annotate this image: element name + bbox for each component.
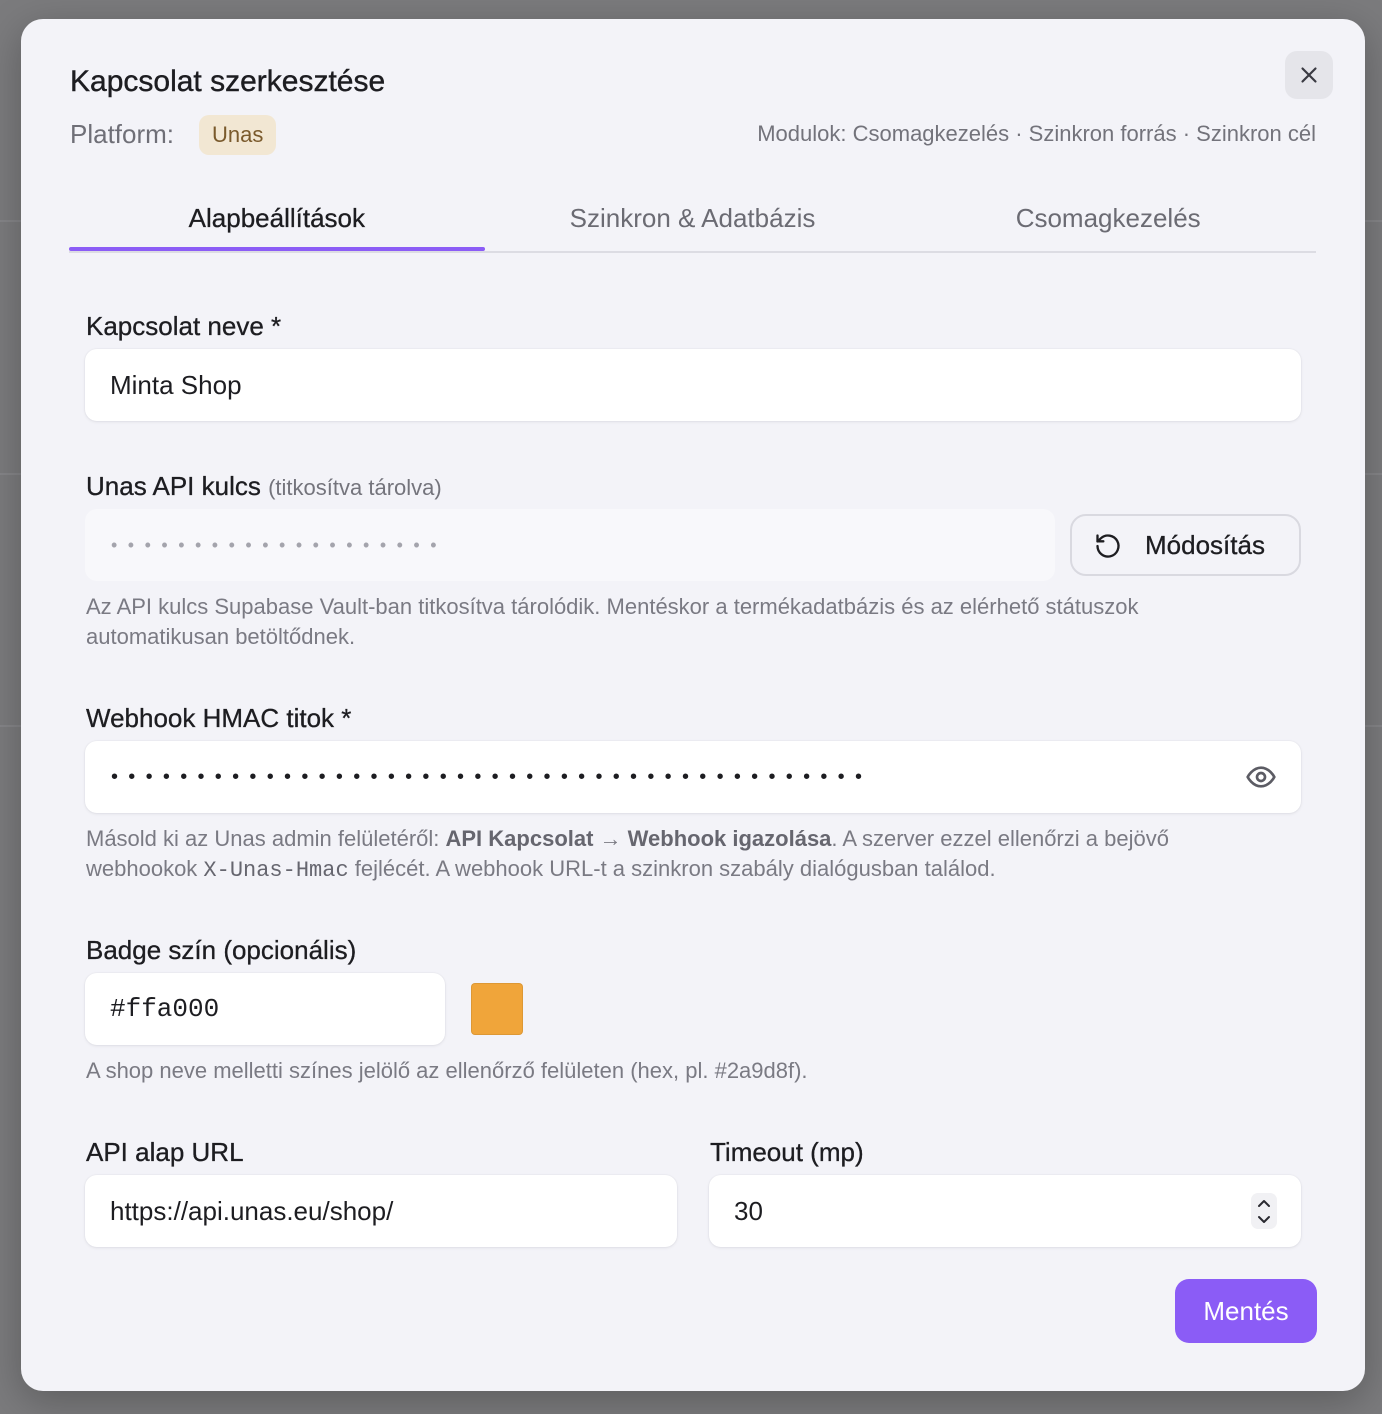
number-stepper-icon[interactable] [1251, 1193, 1277, 1229]
active-tab-indicator [69, 247, 485, 251]
hmac-help-bold-1: API Kapcsolat [445, 826, 594, 851]
platform-badge: Unas [199, 115, 277, 155]
tab-bar: Alapbeállítások Szinkron & Adatbázis Cso… [69, 190, 1316, 253]
color-swatch[interactable] [471, 983, 523, 1035]
tab-szinkron-adatbazis[interactable]: Szinkron & Adatbázis [485, 190, 901, 251]
tab-label: Alapbeállítások [188, 203, 366, 233]
connection-name-input[interactable] [85, 349, 1301, 421]
api-base-url-input[interactable] [85, 1175, 677, 1247]
api-key-help-text: Az API kulcs Supabase Vault-ban titkosít… [86, 594, 1139, 649]
badge-color-input[interactable] [85, 973, 445, 1045]
modules-text: Modulok: Csomagkezelés · Szinkron forrás… [757, 121, 1316, 146]
hmac-help-text: Másold ki az Unas admin felületéről: API… [86, 824, 1276, 886]
badge-color-field-wrapper [85, 973, 445, 1045]
connection-name-label: Kapcsolat neve * [86, 311, 282, 341]
timeout-input[interactable] [709, 1175, 1301, 1247]
modify-button-label: Módosítás [1145, 530, 1265, 560]
tab-label: Szinkron & Adatbázis [569, 203, 816, 233]
hmac-secret-masked-value: ••••••••••••••••••••••••••••••••••••••••… [111, 766, 873, 788]
badge-color-help-text: A shop neve melletti színes jelölő az el… [86, 1058, 808, 1083]
close-button[interactable] [1285, 51, 1333, 99]
badge-color-label: Badge szín (opcionális) [86, 935, 357, 965]
chevron-down-icon[interactable] [1256, 1211, 1272, 1226]
connection-name-field-wrapper [85, 349, 1301, 421]
tab-csomagkezeles[interactable]: Csomagkezelés [900, 190, 1316, 251]
hmac-help-suffix: fejlécét. A webhook URL-t a szinkron sza… [348, 856, 996, 881]
dialog-title: Kapcsolat szerkesztése [70, 65, 386, 98]
refresh-icon [1094, 532, 1122, 560]
hmac-help-arrow: → [593, 826, 628, 851]
close-icon [1296, 62, 1322, 88]
timeout-field-wrapper [709, 1175, 1301, 1247]
tab-label: Csomagkezelés [1015, 203, 1201, 233]
eye-icon[interactable] [1245, 761, 1277, 793]
api-key-label-note: (titkosítva tárolva) [268, 475, 442, 500]
timeout-label: Timeout (mp) [710, 1137, 864, 1167]
tab-alapbeallitasok[interactable]: Alapbeállítások [69, 190, 485, 251]
api-base-url-field-wrapper [85, 1175, 677, 1247]
platform-label: Platform: [70, 119, 175, 149]
api-key-label-text: Unas API kulcs [86, 471, 261, 501]
hmac-help-code: X-Unas-Hmac [203, 858, 349, 883]
modify-api-key-button[interactable]: Módosítás [1070, 514, 1301, 576]
hmac-help-bold-2: Webhook igazolása [627, 826, 832, 851]
api-key-label: Unas API kulcs (titkosítva tárolva) [86, 468, 442, 506]
edit-connection-dialog: Kapcsolat szerkesztése Platform: Unas Mo… [21, 19, 1365, 1391]
save-button[interactable]: Mentés [1175, 1279, 1317, 1343]
api-key-field: •••••••••••••••••••• [85, 509, 1055, 581]
hmac-help-prefix: Másold ki az Unas admin felületéről: [86, 826, 446, 851]
chevron-up-icon[interactable] [1256, 1196, 1272, 1211]
hmac-secret-field[interactable]: ••••••••••••••••••••••••••••••••••••••••… [85, 741, 1301, 813]
api-base-url-label: API alap URL [86, 1137, 244, 1167]
api-key-masked-value: •••••••••••••••••••• [111, 535, 448, 555]
hmac-secret-label: Webhook HMAC titok * [86, 703, 352, 733]
